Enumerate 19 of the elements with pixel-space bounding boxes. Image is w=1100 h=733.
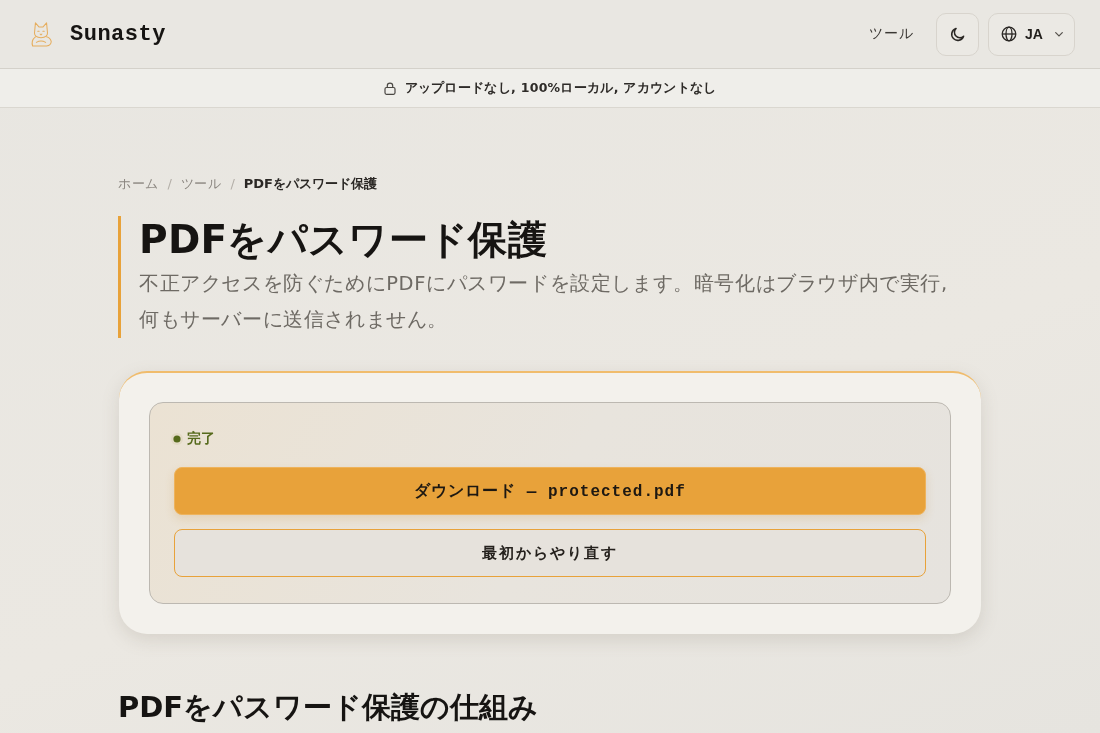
status-dot-icon — [171, 433, 183, 445]
globe-icon — [1001, 26, 1017, 42]
restart-button[interactable]: 最初からやり直す — [174, 529, 926, 577]
chevron-down-icon — [1054, 31, 1063, 37]
page-description: 不正アクセスを防ぐためにPDFにパスワードを設定します。暗号化はブラウザ内で実行, 何もサーバーに送信されません。 — [139, 271, 949, 333]
breadcrumb-separator: / — [167, 175, 172, 193]
nav-link[interactable]: ツール — [869, 25, 914, 43]
page-title: PDFをパスワード保護 — [139, 216, 548, 264]
section-heading: PDFをパスワード保護の仕組み — [118, 689, 540, 726]
moon-icon — [950, 26, 965, 42]
download-button[interactable]: ダウンロード — protected.pdf — [174, 467, 926, 515]
brand-name[interactable]: Sunasty — [70, 21, 166, 47]
dark-mode-button[interactable] — [936, 12, 979, 56]
breadcrumb-separator: / — [230, 175, 235, 193]
language-button[interactable]: JA — [988, 12, 1075, 56]
current-page-label: PDFをパスワード保護 — [243, 175, 377, 193]
notice-text: アップロードなし, 100%ローカル, アカウントなし — [404, 79, 717, 97]
lock-icon — [383, 81, 396, 95]
status-label: 完了 — [187, 430, 215, 448]
